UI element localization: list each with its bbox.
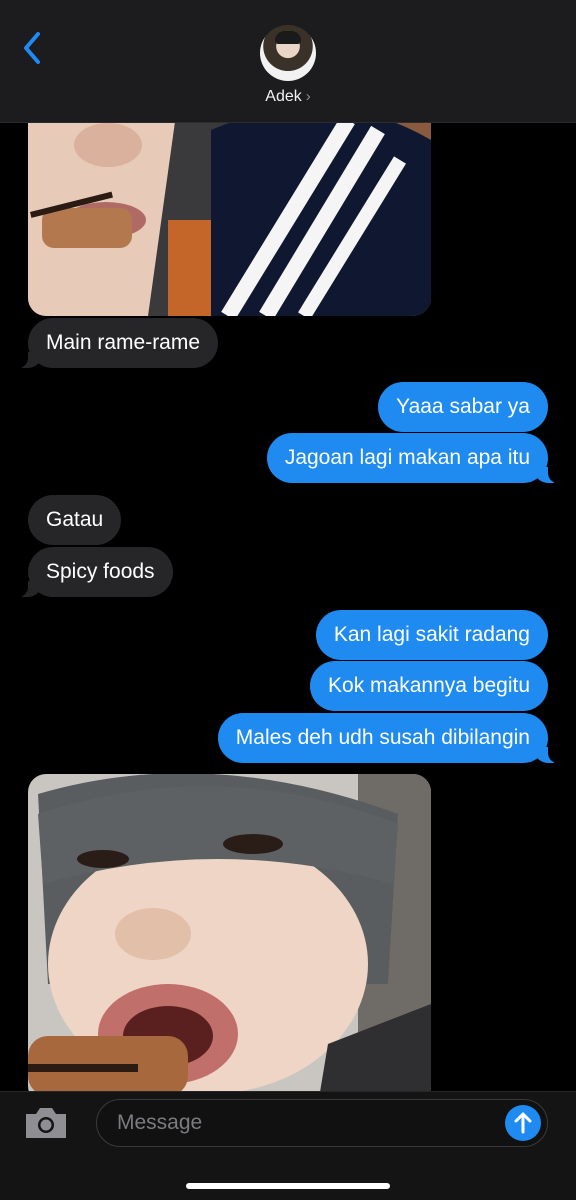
- message-bubble-incoming[interactable]: Spicy foods: [16, 547, 173, 597]
- message-bubble-incoming[interactable]: Main rame-rame: [15, 318, 219, 368]
- camera-icon[interactable]: [22, 1104, 70, 1142]
- contact-name-button[interactable]: Adek ›: [0, 88, 576, 106]
- photo-selfie-eating: [28, 100, 431, 316]
- message-bubble-outgoing[interactable]: Jagoan lagi makan apa itu: [266, 433, 561, 483]
- arrow-up-icon: [514, 1112, 532, 1134]
- home-indicator: [186, 1183, 390, 1189]
- contact-name[interactable]: Adek: [265, 88, 301, 105]
- message-bubble-outgoing[interactable]: Yaaa sabar ya: [378, 382, 548, 432]
- conversation-header: Adek ›: [0, 0, 576, 123]
- compose-bar: Message: [0, 1091, 576, 1200]
- chevron-right-icon: ›: [305, 88, 311, 105]
- message-input[interactable]: Message: [96, 1099, 548, 1147]
- message-bubble-incoming[interactable]: Gatau: [28, 495, 122, 545]
- chevron-left-icon[interactable]: [18, 30, 48, 66]
- photo-closeup-eating: [28, 774, 431, 1104]
- message-bubble-outgoing[interactable]: Males deh udh susah dibilangin: [217, 713, 561, 763]
- contact-avatar[interactable]: [260, 25, 316, 81]
- message-placeholder: Message: [117, 1111, 203, 1134]
- image-message-1[interactable]: [28, 100, 431, 316]
- image-message-2[interactable]: [28, 774, 431, 1104]
- message-bubble-outgoing[interactable]: Kan lagi sakit radang: [315, 610, 548, 660]
- message-bubble-outgoing[interactable]: Kok makannya begitu: [310, 661, 548, 711]
- send-button[interactable]: [505, 1105, 541, 1141]
